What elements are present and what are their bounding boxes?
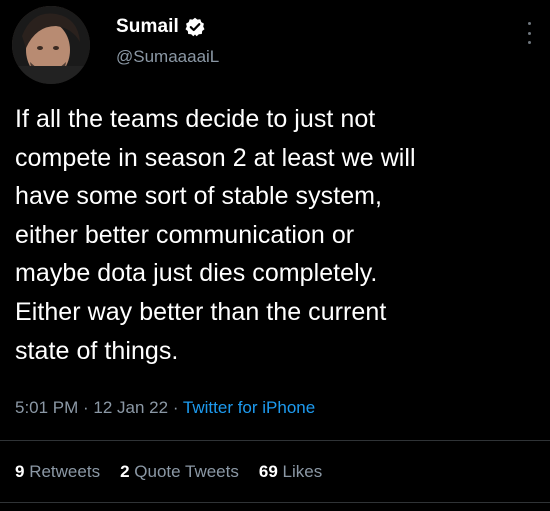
- retweets-stat[interactable]: 9 Retweets: [15, 462, 100, 482]
- tweet-time[interactable]: 5:01 PM: [15, 398, 78, 417]
- tweet-header: Sumail @SumaaaaiL: [12, 6, 219, 84]
- likes-stat[interactable]: 69 Likes: [259, 462, 322, 482]
- author-names: Sumail @SumaaaaiL: [116, 16, 219, 67]
- more-vertical-icon[interactable]: [526, 22, 532, 44]
- tweet-meta: 5:01 PM · 12 Jan 22 · Twitter for iPhone: [15, 398, 315, 418]
- divider: [0, 502, 550, 503]
- tweet-card: Sumail @SumaaaaiL If all the teams decid…: [0, 0, 550, 511]
- divider: [0, 440, 550, 441]
- quote-tweets-count: 2: [120, 462, 130, 481]
- tweet-text-line: Either way better than the current: [15, 297, 387, 326]
- tweet-stats: 9 Retweets 2 Quote Tweets 69 Likes: [15, 462, 342, 482]
- display-name[interactable]: Sumail: [116, 16, 179, 38]
- likes-count: 69: [258, 462, 278, 481]
- tweet-text-line: state of things.: [15, 336, 179, 365]
- tweet-source-link[interactable]: Twitter for iPhone: [183, 398, 315, 417]
- quote-tweets-label: Quote Tweets: [134, 462, 239, 481]
- avatar-image: [12, 6, 90, 84]
- retweets-count: 9: [15, 462, 25, 481]
- tweet-text-line: If all the teams decide to just not: [15, 105, 376, 133]
- likes-label: Likes: [282, 462, 323, 481]
- author-handle[interactable]: @SumaaaaiL: [116, 47, 219, 67]
- tweet-text: If all the teams decide to just not comp…: [15, 100, 540, 370]
- meta-separator: ·: [78, 398, 94, 417]
- tweet-date[interactable]: 12 Jan 22: [93, 398, 168, 417]
- tweet-text-line: have some sort of stable system,: [15, 182, 383, 211]
- avatar[interactable]: [12, 6, 90, 84]
- tweet-text-line: either better communication or: [15, 220, 355, 249]
- retweets-label: Retweets: [29, 462, 101, 481]
- meta-separator: ·: [168, 398, 183, 417]
- tweet-text-line: compete in season 2 at least we will: [15, 143, 416, 172]
- tweet-text-line: maybe dota just dies completely.: [15, 259, 378, 288]
- quote-tweets-stat[interactable]: 2 Quote Tweets: [120, 462, 239, 482]
- verified-badge-icon: [185, 17, 205, 37]
